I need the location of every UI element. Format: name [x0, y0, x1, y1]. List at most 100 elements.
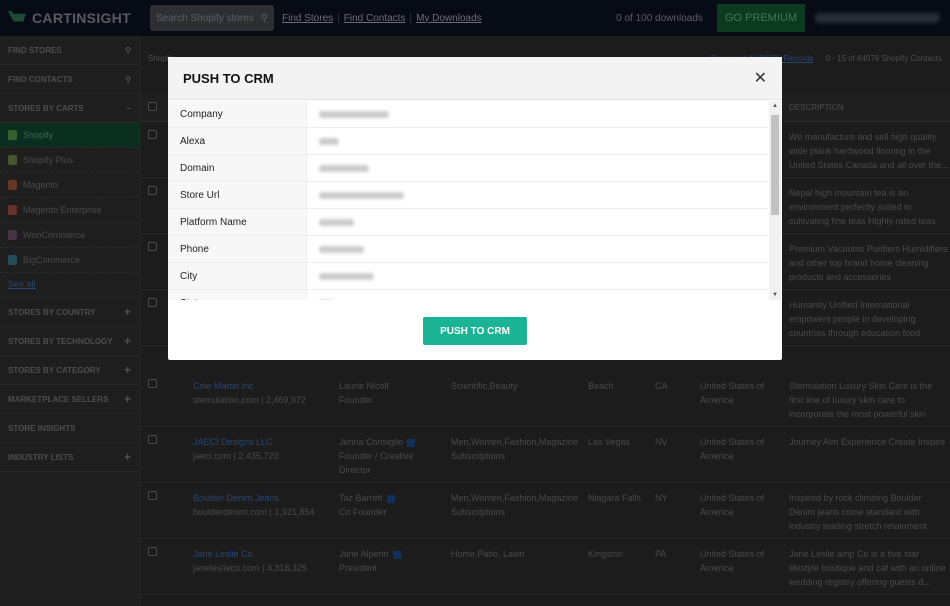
domain-rank: jaeci.com | 2,435,720 — [193, 449, 278, 463]
select-all-checkbox[interactable] — [148, 102, 157, 111]
domain[interactable]: jaeci.com — [193, 451, 231, 461]
company-cell: JAECI Designs LLC jaeci.com | 2,435,720 — [193, 435, 278, 463]
domain-rank: janeleslieco.com | 4,318,325 — [193, 561, 307, 575]
sidebar-cart-magento-enterprise[interactable]: Magento Enterprise — [0, 198, 139, 223]
top-navbar: CARTINSIGHT Search Shopify stores ⚲ Find … — [0, 0, 950, 36]
find-contacts-link[interactable]: Find Contacts — [344, 13, 406, 24]
description: Premium Vacuums Purifiers Humidifiers an… — [789, 244, 948, 282]
minus-icon: − — [126, 103, 131, 113]
cart-label: Magento — [23, 180, 59, 190]
find-stores-link[interactable]: Find Stores — [282, 13, 333, 24]
sidebar-cart-magento[interactable]: Magento — [0, 173, 139, 198]
scrollbar-thumb[interactable] — [771, 115, 779, 215]
sidebar-section-stores-by-category[interactable]: STORES BY CATEGORY + — [0, 356, 139, 385]
label: STORE INSIGHTS — [8, 423, 76, 433]
contact-title: President — [339, 563, 378, 573]
sidebar-section-industry-lists[interactable]: INDUSTRY LISTS + — [0, 443, 139, 472]
woocommerce-icon — [8, 230, 17, 240]
domain[interactable]: stemulation.com — [193, 395, 259, 405]
row-checkbox[interactable] — [148, 547, 157, 556]
description-cell: Jane Leslie amp Co is a five star lifest… — [789, 549, 946, 587]
plus-icon: + — [123, 334, 131, 348]
company-link[interactable]: Jane Leslie Co. — [193, 547, 307, 561]
cart-label: Magento Enterprise — [23, 205, 102, 215]
contact-name: Laurie Nicoll — [339, 379, 439, 393]
field-label: Platform Name — [168, 209, 307, 235]
row-checkbox[interactable] — [148, 186, 157, 195]
company-cell: Boulder Denim Jeans boulderdenim.com | 1,… — [193, 491, 314, 519]
sidebar-cart-bigcommerce[interactable]: BigCommerce — [0, 248, 139, 273]
linkedin-icon[interactable] — [386, 494, 395, 503]
row-checkbox[interactable] — [148, 242, 157, 251]
shopify-plus-icon — [8, 155, 17, 165]
linkedin-icon[interactable] — [407, 438, 416, 447]
scrollbar[interactable]: ▲ ▼ — [769, 101, 781, 300]
blurred-value — [319, 137, 339, 145]
scroll-down-icon[interactable]: ▼ — [772, 292, 778, 298]
domain[interactable]: boulderdenim.com — [193, 507, 267, 517]
row-checkbox[interactable] — [148, 130, 157, 139]
close-icon[interactable]: ✕ — [754, 68, 767, 88]
scroll-up-icon[interactable]: ▲ — [772, 103, 778, 109]
field-value — [307, 236, 768, 262]
see-all-link[interactable]: See all — [0, 273, 139, 298]
divider: | — [337, 12, 340, 24]
user-menu[interactable] — [815, 13, 940, 23]
crm-field-row: City — [168, 263, 768, 290]
description: We manufacture and sell high quality wid… — [789, 132, 949, 170]
sidebar-section-stores-by-technology[interactable]: STORES BY TECHNOLOGY + — [0, 327, 139, 356]
blurred-value — [319, 191, 404, 199]
sidebar-section-store-insights[interactable]: STORE INSIGHTS — [0, 414, 139, 443]
field-value — [307, 101, 768, 127]
sidebar-find-contacts[interactable]: FIND CONTACTS ⚲ — [0, 65, 139, 94]
push-to-crm-button[interactable]: PUSH TO CRM — [423, 317, 527, 345]
domain-rank: boulderdenim.com | 1,921,854 — [193, 505, 314, 519]
company-cell: Cole Martin Inc stemulation.com | 2,469,9… — [193, 379, 306, 407]
row-checkbox[interactable] — [148, 298, 157, 307]
company-link[interactable]: Cole Martin Inc — [193, 379, 306, 393]
category-cell: Men,Women,Fashion,Magazine Subscriptions — [451, 493, 578, 517]
company-link[interactable]: Boulder Denim Jeans — [193, 491, 314, 505]
contact-name-text: Taz Barrett — [339, 493, 383, 503]
crm-field-row: Alexa — [168, 128, 768, 155]
category-cell: Home,Patio, Lawn — [451, 549, 525, 559]
crm-fields-list[interactable]: Company Alexa Domain Store Url Platform Name… — [168, 101, 768, 300]
logo[interactable]: CARTINSIGHT — [8, 10, 150, 26]
crm-field-row: Store Url — [168, 182, 768, 209]
my-downloads-link[interactable]: My Downloads — [416, 13, 482, 24]
sidebar-stores-by-carts[interactable]: STORES BY CARTS − — [0, 94, 139, 123]
sidebar-cart-woocommerce[interactable]: WooCommerce — [0, 223, 139, 248]
label: FIND STORES — [8, 45, 62, 55]
alexa-rank: 2,435,720 — [238, 451, 279, 461]
contact-name-text: Laurie Nicoll — [339, 381, 389, 391]
row-checkbox[interactable] — [148, 379, 157, 388]
company-link[interactable]: JAECI Designs LLC — [193, 435, 278, 449]
sidebar: FIND STORES ⚲ FIND CONTACTS ⚲ STORES BY CA… — [0, 36, 140, 606]
description: Nepal high mountain tea is an environmen… — [789, 188, 936, 226]
downloads-count: 0 of 100 downloads — [616, 12, 703, 24]
label: FIND CONTACTS — [8, 74, 73, 84]
alexa-rank: 2,469,972 — [265, 395, 306, 405]
row-checkbox[interactable] — [148, 491, 157, 500]
field-label: City — [168, 263, 307, 289]
state-cell: PA — [655, 549, 667, 559]
sidebar-section-stores-by-country[interactable]: STORES BY COUNTRY + — [0, 298, 139, 327]
divider: | — [409, 12, 413, 24]
push-to-crm-modal: PUSH TO CRM ✕ Company Alexa Domain Store Url… — [168, 57, 782, 360]
contact-title: Co Founder — [339, 507, 387, 517]
search-input[interactable]: Search Shopify stores ⚲ — [150, 5, 274, 31]
search-icon[interactable]: ⚲ — [261, 13, 268, 24]
sidebar-find-stores[interactable]: FIND STORES ⚲ — [0, 36, 139, 65]
sidebar-cart-shopify-plus[interactable]: Shopify Plus — [0, 148, 139, 173]
domain[interactable]: janeleslieco.com — [193, 563, 260, 573]
crm-field-row: Phone — [168, 236, 768, 263]
plus-icon: + — [123, 363, 131, 377]
sidebar-section-marketplace-sellers[interactable]: MARKETPLACE SELLERS + — [0, 385, 139, 414]
sidebar-cart-shopify[interactable]: Shopify — [0, 123, 139, 148]
field-value — [307, 209, 768, 235]
linkedin-icon[interactable] — [392, 550, 401, 559]
go-premium-button[interactable]: GO PREMIUM — [716, 4, 805, 32]
table-row: Cole Martin Inc stemulation.com | 2,469,9… — [140, 371, 950, 427]
alexa-rank: 1,921,854 — [274, 507, 315, 517]
row-checkbox[interactable] — [148, 435, 157, 444]
